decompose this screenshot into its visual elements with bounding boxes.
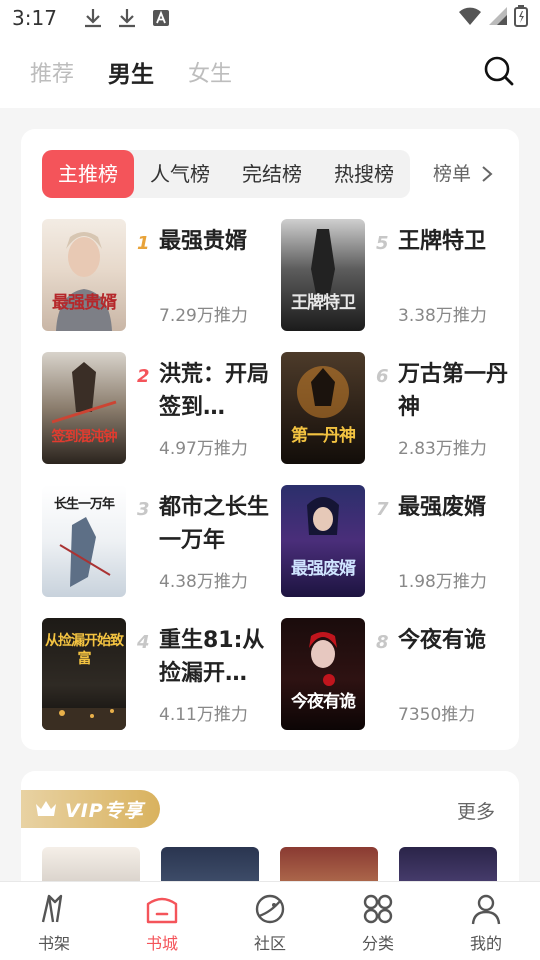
book-title: 万古第一丹神 xyxy=(398,362,509,420)
book-cover: 长生一万年 xyxy=(42,485,126,597)
profile-icon xyxy=(471,894,501,925)
bottom-nav: 书架 书城 社区 分类 我的 xyxy=(0,881,540,960)
book-title: 最强废婿 xyxy=(398,495,487,520)
vip-more-link[interactable]: 更多 xyxy=(457,797,495,824)
book-item[interactable]: 最强废婿 7 最强废婿 1.98万推力 xyxy=(281,485,511,597)
search-icon[interactable] xyxy=(484,56,514,86)
status-bar: 3:17 xyxy=(0,0,540,36)
nav-profile[interactable]: 我的 xyxy=(432,882,540,960)
ranking-list-label: 榜单 xyxy=(433,163,472,185)
crown-icon xyxy=(36,801,56,816)
rank-number: 3 xyxy=(137,499,150,520)
nav-category[interactable]: 分类 xyxy=(324,882,432,960)
rank-number: 5 xyxy=(376,233,389,254)
book-cover: 王牌特卫 xyxy=(281,219,365,331)
book-heat: 1.98万推力 xyxy=(398,572,487,592)
book-item[interactable]: 王牌特卫 5 王牌特卫 3.38万推力 xyxy=(281,219,511,331)
book-item[interactable]: 第一丹神 6 万古第一丹神 2.83万推力 xyxy=(281,352,511,464)
download-icon xyxy=(117,8,137,28)
rank-number: 1 xyxy=(137,233,150,254)
book-heat: 4.38万推力 xyxy=(159,572,248,592)
app-notification-icon xyxy=(151,8,171,28)
nav-community[interactable]: 社区 xyxy=(216,882,324,960)
wifi-icon xyxy=(458,6,482,30)
book-item[interactable]: 长生一万年 3 都市之长生一万年 4.38万推力 xyxy=(42,485,272,597)
book-heat: 4.97万推力 xyxy=(159,439,248,459)
status-time: 3:17 xyxy=(12,6,57,30)
rank-number: 6 xyxy=(376,366,389,387)
book-item[interactable]: 今夜有诡 8 今夜有诡 7350推力 xyxy=(281,618,511,730)
ranking-list-link[interactable]: 榜单 xyxy=(433,150,493,198)
rank-number: 8 xyxy=(376,632,389,653)
book-title: 王牌特卫 xyxy=(398,229,487,254)
book-item[interactable]: 从捡漏开始致富 4 重生81:从捡漏开… 4.11万推力 xyxy=(42,618,272,730)
community-icon xyxy=(255,894,285,924)
chevron-right-icon xyxy=(482,166,493,182)
tab-female[interactable]: 女生 xyxy=(188,56,232,88)
ranking-tabs: 主推榜 人气榜 完结榜 热搜榜 xyxy=(42,150,410,198)
tab-hot-search[interactable]: 热搜榜 xyxy=(318,150,410,198)
signal-icon xyxy=(488,6,508,30)
book-cover: 最强废婿 xyxy=(281,485,365,597)
book-title: 今夜有诡 xyxy=(398,628,487,653)
bookstore-icon xyxy=(146,897,178,924)
book-cover: 今夜有诡 xyxy=(281,618,365,730)
nav-bookstore[interactable]: 书城 xyxy=(108,882,216,960)
tab-recommend[interactable]: 推荐 xyxy=(30,56,74,88)
battery-icon xyxy=(514,5,528,31)
book-cover: 最强贵婿 xyxy=(42,219,126,331)
book-title: 洪荒：开局签到… xyxy=(159,362,270,420)
book-heat: 3.38万推力 xyxy=(398,306,487,326)
book-item[interactable]: 签到混沌钟 2 洪荒：开局签到… 4.97万推力 xyxy=(42,352,272,464)
rank-number: 7 xyxy=(376,499,389,520)
book-cover: 签到混沌钟 xyxy=(42,352,126,464)
book-cover: 从捡漏开始致富 xyxy=(42,618,126,730)
ranking-card: 主推榜 人气榜 完结榜 热搜榜 榜单 最强贵婿 1 最强贵婿 7.29万推力 签… xyxy=(21,129,519,750)
book-title: 都市之长生一万年 xyxy=(159,495,270,553)
book-item[interactable]: 最强贵婿 1 最强贵婿 7.29万推力 xyxy=(42,219,272,331)
tab-popular[interactable]: 人气榜 xyxy=(134,150,226,198)
book-heat: 2.83万推力 xyxy=(398,439,487,459)
book-title: 重生81:从捡漏开… xyxy=(159,628,265,686)
tab-finished[interactable]: 完结榜 xyxy=(226,150,318,198)
rank-number: 2 xyxy=(137,366,150,387)
tab-male[interactable]: 男生 xyxy=(108,55,154,89)
book-cover: 第一丹神 xyxy=(281,352,365,464)
bookshelf-icon xyxy=(41,894,63,923)
tab-main-push[interactable]: 主推榜 xyxy=(42,150,134,198)
vip-badge-label: VIP专享 xyxy=(65,799,144,822)
rank-number: 4 xyxy=(137,632,150,653)
download-icon xyxy=(83,8,103,28)
book-heat: 4.11万推力 xyxy=(159,705,248,725)
top-tab-bar: 推荐 男生 女生 xyxy=(0,36,540,108)
book-title: 最强贵婿 xyxy=(159,229,248,254)
book-heat: 7350推力 xyxy=(398,705,476,725)
book-heat: 7.29万推力 xyxy=(159,306,248,326)
category-icon xyxy=(363,894,393,924)
nav-bookshelf[interactable]: 书架 xyxy=(0,882,108,960)
vip-badge: VIP专享 xyxy=(21,790,160,828)
